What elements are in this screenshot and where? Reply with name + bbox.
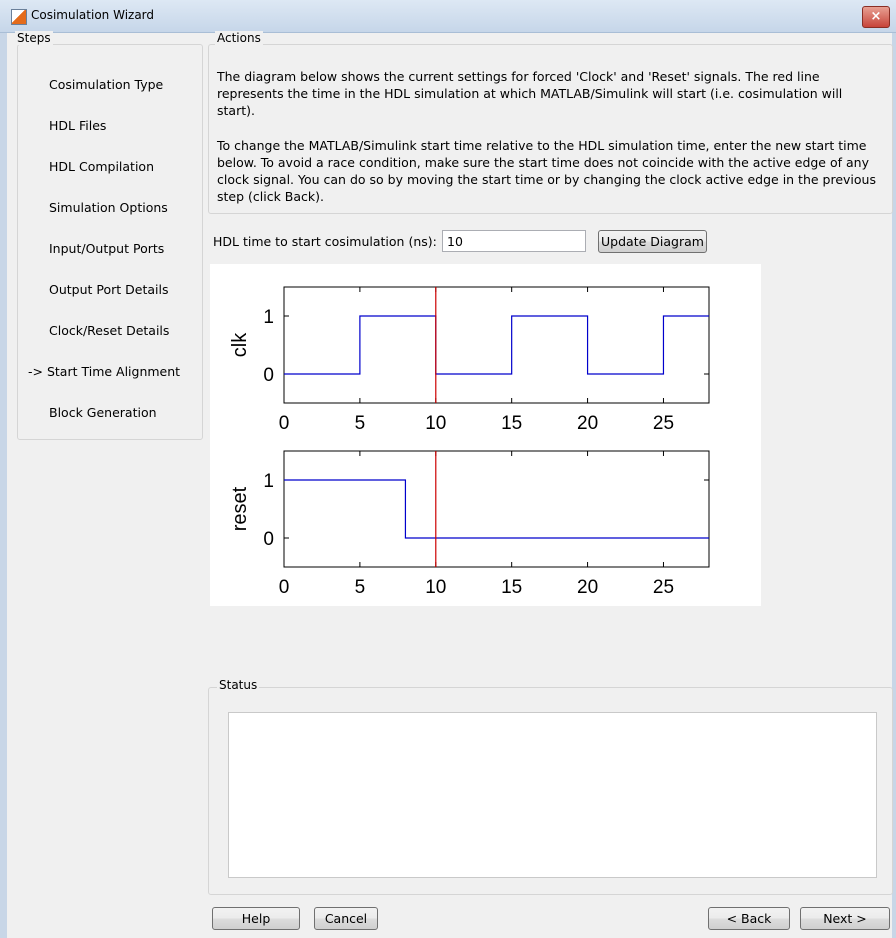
description-line: represents the time in the HDL simulatio…: [217, 86, 843, 101]
x-tick-label: 10: [425, 577, 446, 598]
y-tick-label: 0: [263, 365, 274, 386]
step-item: Output Port Details: [49, 282, 169, 297]
description-line: step (click Back).: [217, 189, 324, 204]
step-item: HDL Files: [49, 118, 107, 133]
x-tick-label: 5: [355, 413, 366, 434]
timing-diagram: 0 5 10 15 20 25 0 1 clk 0 5 10 15 20 25 0 1 reset: [210, 264, 761, 606]
x-tick-label: 25: [653, 413, 674, 434]
description-line: below. To avoid a race condition, make s…: [217, 155, 869, 170]
steps-title: Steps: [15, 31, 53, 45]
window-title: Cosimulation Wizard: [31, 8, 155, 22]
start-time-label: HDL time to start cosimulation (ns):: [213, 234, 437, 249]
description-line: clock signal. You can do so by moving th…: [217, 172, 876, 187]
x-tick-label: 10: [425, 413, 446, 434]
title-bar: Cosimulation Wizard ×: [0, 0, 896, 33]
x-tick-label: 15: [501, 413, 522, 434]
plot-area: [283, 450, 710, 568]
window-left-border: [0, 32, 7, 938]
actions-title: Actions: [215, 31, 263, 45]
x-tick-label: 20: [577, 413, 598, 434]
signal-trace: [284, 479, 709, 539]
help-button[interactable]: Help: [212, 907, 300, 930]
description-line: The diagram below shows the current sett…: [217, 69, 820, 84]
x-tick-label: 20: [577, 577, 598, 598]
update-diagram-button[interactable]: Update Diagram: [598, 230, 707, 253]
step-item: HDL Compilation: [49, 159, 154, 174]
signal-trace: [284, 315, 709, 375]
y-tick-label: 1: [263, 471, 274, 492]
step-item: -> Start Time Alignment: [28, 364, 181, 379]
status-title: Status: [217, 678, 260, 692]
x-tick-label: 0: [279, 577, 290, 598]
step-item: Clock/Reset Details: [49, 323, 170, 338]
cancel-button[interactable]: Cancel: [314, 907, 378, 930]
step-item: Block Generation: [49, 405, 157, 420]
y-tick-label: 0: [263, 529, 274, 550]
status-textbox: [228, 712, 877, 878]
step-item: Simulation Options: [49, 200, 168, 215]
step-item: Input/Output Ports: [49, 241, 165, 256]
x-tick-label: 0: [279, 413, 290, 434]
y-axis-label: reset: [229, 486, 251, 531]
y-axis-label: clk: [229, 332, 251, 357]
description-line: To change the MATLAB/Simulink start time…: [217, 138, 867, 153]
back-button[interactable]: < Back: [708, 907, 790, 930]
step-item: Cosimulation Type: [49, 77, 164, 92]
plot-area: [283, 286, 710, 404]
description-line: start).: [217, 103, 255, 118]
app-icon: [11, 9, 27, 25]
y-tick-label: 1: [263, 307, 274, 328]
timing-chart-svg: 0 5 10 15 20 25 0 1 clk 0 5 10 15 20 25 0 1 reset: [229, 286, 710, 598]
x-tick-label: 5: [355, 577, 366, 598]
x-tick-label: 25: [653, 577, 674, 598]
start-time-input[interactable]: [442, 230, 586, 252]
close-button[interactable]: ×: [862, 6, 890, 28]
next-button[interactable]: Next >: [800, 907, 890, 930]
x-tick-label: 15: [501, 577, 522, 598]
